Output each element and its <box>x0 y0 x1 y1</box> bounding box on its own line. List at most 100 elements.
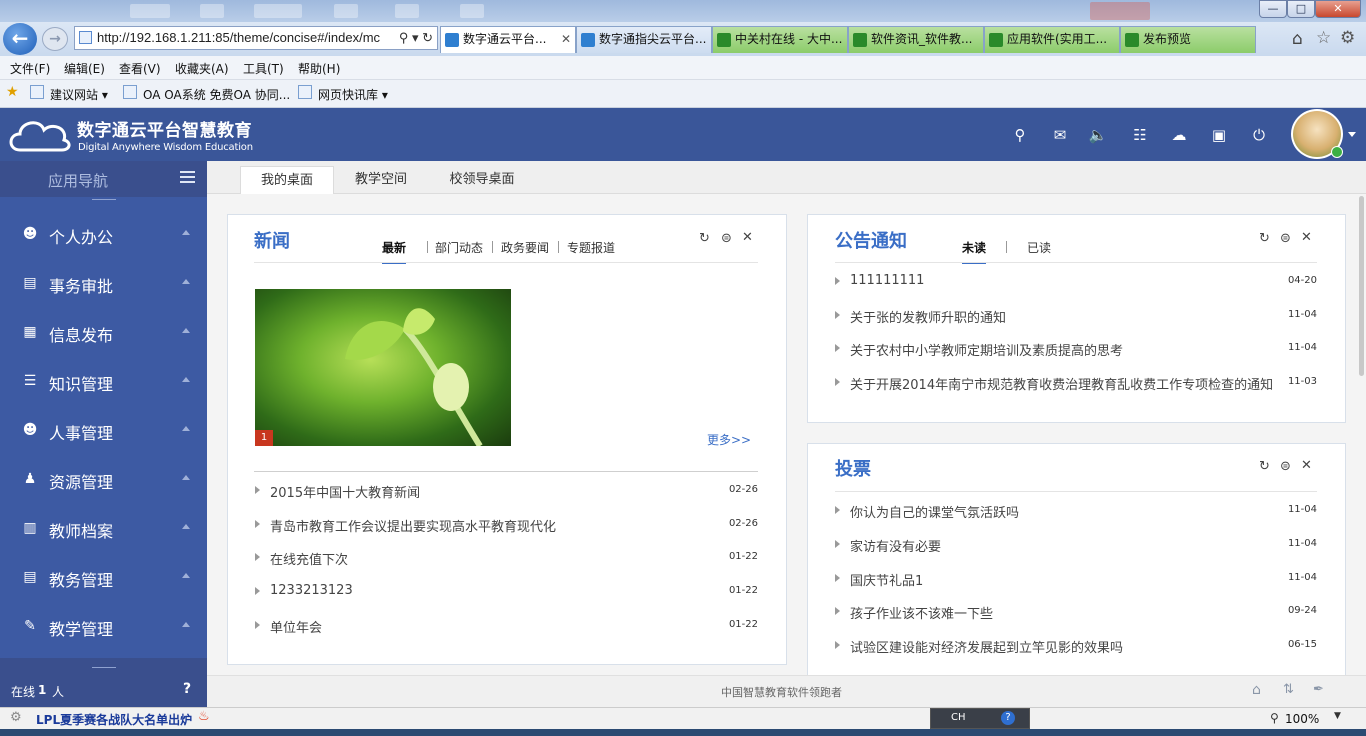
menu-toggle-icon[interactable] <box>180 171 195 173</box>
org-chart-icon[interactable]: ☷ <box>1130 126 1150 144</box>
sidebar-item-academic-affairs[interactable]: ▤ 教务管理 <box>0 553 207 602</box>
news-tab-government[interactable]: 政务要闻 <box>501 239 549 256</box>
notice-tab-unread[interactable]: 未读 <box>962 239 987 264</box>
sidebar-item-label: 信息发布 <box>49 326 114 345</box>
online-prefix: 在线 <box>11 685 36 699</box>
fav-oa-system[interactable]: OA OA系统 免费OA 协同... <box>143 86 290 103</box>
list-item[interactable]: 在线充值下次 01-22 <box>255 548 758 568</box>
zoom-level[interactable]: 100% <box>1285 712 1319 726</box>
fav-web-slice[interactable]: 网页快讯库 ▾ <box>318 86 388 103</box>
tab-leader-desktop[interactable]: 校领导桌面 <box>435 166 529 194</box>
fav-suggested-sites[interactable]: 建议网站 ▾ <box>50 86 108 103</box>
list-item[interactable]: 单位年会 01-22 <box>255 616 758 636</box>
maximize-button[interactable]: □ <box>1287 0 1315 18</box>
search-icon[interactable]: ⚲ <box>1010 126 1030 144</box>
sort-icon[interactable]: ⇅ <box>1283 682 1294 697</box>
menu-view[interactable]: 查看(V) <box>119 60 161 77</box>
list-item[interactable]: 孩子作业该不该难一下些 09-24 <box>835 602 1317 622</box>
list-item[interactable]: 你认为自己的课堂气氛活跃吗 11-04 <box>835 501 1317 521</box>
search-refresh-icons[interactable]: ⚲ ▾ ↻ <box>395 27 433 49</box>
tab-2[interactable]: 数字通指尖云平台... <box>576 26 712 53</box>
list-item[interactable]: 家访有没有必要 11-04 <box>835 535 1317 555</box>
sidebar-item-teacher-files[interactable]: ▥ 教师档案 <box>0 504 207 553</box>
forward-button[interactable]: → <box>42 27 68 51</box>
news-tab-department[interactable]: 部门动态 <box>435 239 483 256</box>
list-item[interactable]: 2015年中国十大教育新闻 02-26 <box>255 481 758 501</box>
news-tab-latest[interactable]: 最新 <box>382 239 407 264</box>
close-window-button[interactable]: ✕ <box>1315 0 1361 18</box>
list-icon[interactable]: ⊜ <box>721 231 732 246</box>
user-icon: ☻ <box>22 226 38 242</box>
tab-4[interactable]: 软件资讯_软件教... <box>848 26 984 53</box>
refresh-icon[interactable]: ↻ <box>1259 459 1270 474</box>
sidebar-header: 应用导航 <box>0 161 207 197</box>
menu-help[interactable]: 帮助(H) <box>298 60 340 77</box>
tab-active[interactable]: 数字通云平台... ✕ <box>440 26 576 53</box>
scroll-up-icon[interactable] <box>92 199 116 205</box>
list-icon[interactable]: ⊜ <box>1280 231 1291 246</box>
scrollbar-thumb[interactable] <box>1359 196 1364 376</box>
notice-tab-read[interactable]: 已读 <box>1027 239 1051 256</box>
sidebar-item-resources[interactable]: ♟ 资源管理 <box>0 455 207 504</box>
list-item[interactable]: 关于农村中小学教师定期培训及素质提高的思考 11-04 <box>835 339 1317 359</box>
menu-favorites[interactable]: 收藏夹(A) <box>175 60 229 77</box>
list-item[interactable]: 1233213123 01-22 <box>255 582 758 602</box>
scroll-down-icon[interactable] <box>92 662 116 668</box>
cloud-icon[interactable]: ☁ <box>1169 126 1189 144</box>
list-item[interactable]: 111111111 04-20 <box>835 272 1317 292</box>
ime-help-icon[interactable]: ? <box>1001 711 1015 725</box>
menu-tools[interactable]: 工具(T) <box>243 60 284 77</box>
minimize-button[interactable]: — <box>1259 0 1287 18</box>
menu-file[interactable]: 文件(F) <box>10 60 50 77</box>
close-icon[interactable]: ✕ <box>1301 458 1312 473</box>
page-scrollbar[interactable] <box>1357 194 1366 675</box>
close-icon[interactable]: ✕ <box>1301 230 1312 245</box>
zoom-dropdown-icon[interactable]: ▼ <box>1334 711 1341 721</box>
speaker-icon[interactable]: 🔈 <box>1088 126 1108 144</box>
power-icon[interactable]: ⏻ <box>1249 126 1269 144</box>
news-more-link[interactable]: 更多>> <box>707 431 751 448</box>
divider <box>254 471 758 472</box>
tab-close-icon[interactable]: ✕ <box>561 27 571 52</box>
list-item[interactable]: 试验区建设能对经济发展起到立竿见影的效果吗 06-15 <box>835 636 1317 656</box>
tab-3[interactable]: 中关村在线 - 大中... <box>712 26 848 53</box>
sidebar-item-hr[interactable]: ☻ 人事管理 <box>0 406 207 455</box>
favorites-star-icon[interactable]: ★ <box>6 84 19 100</box>
user-edit-icon: ☻ <box>22 422 38 438</box>
menu-edit[interactable]: 编辑(E) <box>64 60 105 77</box>
close-icon[interactable]: ✕ <box>742 230 753 245</box>
address-bar[interactable]: http://192.168.1.211:85/theme/concise#/i… <box>74 26 438 50</box>
settings-gear-icon[interactable]: ⚙ <box>1340 28 1355 48</box>
mail-icon[interactable]: ✉ <box>1050 126 1070 144</box>
chevron-down-icon[interactable] <box>1348 132 1356 137</box>
gear-icon[interactable]: ⚙ <box>10 710 22 725</box>
tab-5[interactable]: 应用软件(实用工... <box>984 26 1120 53</box>
list-icon[interactable]: ⊜ <box>1280 459 1291 474</box>
refresh-icon[interactable]: ↻ <box>699 231 710 246</box>
sidebar-item-personal-office[interactable]: ☻ 个人办公 <box>0 210 207 259</box>
list-item[interactable]: 关于开展2014年南宁市规范教育收费治理教育乱收费工作专项检查的通知 11-03 <box>835 373 1317 393</box>
list-item[interactable]: 关于张的发教师升职的通知 11-04 <box>835 306 1317 326</box>
back-button[interactable]: ← <box>3 23 37 55</box>
sidebar-item-approval[interactable]: ▤ 事务审批 <box>0 259 207 308</box>
feather-icon[interactable]: ✒ <box>1313 682 1324 697</box>
tab-my-desktop[interactable]: 我的桌面 <box>240 166 334 194</box>
sidebar-item-teaching[interactable]: ✎ 教学管理 <box>0 602 207 651</box>
tab-6[interactable]: 发布预览 <box>1120 26 1256 53</box>
help-icon[interactable]: ? <box>183 681 191 697</box>
news-tab-special[interactable]: 专题报道 <box>567 239 615 256</box>
list-item[interactable]: 青岛市教育工作会议提出要实现高水平教育现代化 02-26 <box>255 515 758 535</box>
footer-slogan: 中国智慧教育软件领跑者 <box>721 686 842 699</box>
list-item[interactable]: 国庆节礼品1 11-04 <box>835 569 1317 589</box>
home-icon[interactable]: ⌂ <box>1292 29 1303 49</box>
refresh-icon[interactable]: ↻ <box>1259 231 1270 246</box>
tab-teaching-space[interactable]: 教学空间 <box>337 166 425 194</box>
ime-toolbar[interactable]: CH ? <box>930 708 1030 729</box>
tshirt-icon[interactable]: ▣ <box>1209 126 1229 144</box>
favorites-star-icon[interactable]: ☆ <box>1316 28 1331 48</box>
news-image[interactable]: 1 <box>255 289 511 446</box>
sidebar-item-knowledge[interactable]: ☰ 知识管理 <box>0 357 207 406</box>
status-news-link[interactable]: LPL夏季赛各战队大名单出炉 <box>36 711 192 728</box>
home-icon[interactable]: ⌂ <box>1252 682 1261 698</box>
sidebar-item-info-publish[interactable]: ▦ 信息发布 <box>0 308 207 357</box>
